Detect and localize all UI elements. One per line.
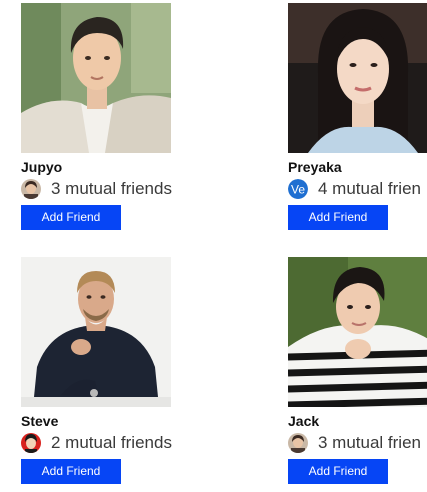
friend-suggestions-grid: Jupyo 3 mutual friends Add Friend Preyak… [0,0,427,492]
mutual-friends-count[interactable]: 2 mutual friends [51,433,172,453]
profile-photo-icon [21,433,41,453]
add-friend-button[interactable]: Add Friend [21,459,121,484]
profile-photo[interactable] [288,257,427,407]
add-friend-button[interactable]: Add Friend [21,205,121,230]
friend-name[interactable]: Preyaka [288,159,427,175]
profile-photo-icon [288,433,308,453]
friend-card: Steve 2 mutual friends Add Friend [21,257,181,484]
add-friend-button[interactable]: Add Friend [288,205,388,230]
mutual-friends-count[interactable]: 3 mutual friends [51,179,172,199]
friend-card: Jupyo 3 mutual friends Add Friend [21,3,181,230]
ve-badge-text: Ve [291,183,305,197]
ve-badge-icon: Ve [288,179,308,199]
friend-card: Preyaka Ve 4 mutual frien Add Friend [288,3,427,230]
friend-name[interactable]: Jupyo [21,159,181,175]
profile-photo[interactable] [21,3,171,153]
mutual-friends: Ve 4 mutual frien [288,178,427,200]
profile-photo-icon [21,179,41,199]
friend-name[interactable]: Jack [288,413,427,429]
profile-photo[interactable] [288,3,427,153]
add-friend-button[interactable]: Add Friend [288,459,388,484]
mutual-friends: 3 mutual frien [288,432,427,454]
mutual-friends-count[interactable]: 4 mutual frien [318,179,421,199]
friend-card: Jack 3 mutual frien Add Friend [288,257,427,484]
mutual-friends-count[interactable]: 3 mutual frien [318,433,421,453]
friend-name[interactable]: Steve [21,413,181,429]
mutual-friends: 2 mutual friends [21,432,181,454]
profile-photo[interactable] [21,257,171,407]
mutual-friends: 3 mutual friends [21,178,181,200]
